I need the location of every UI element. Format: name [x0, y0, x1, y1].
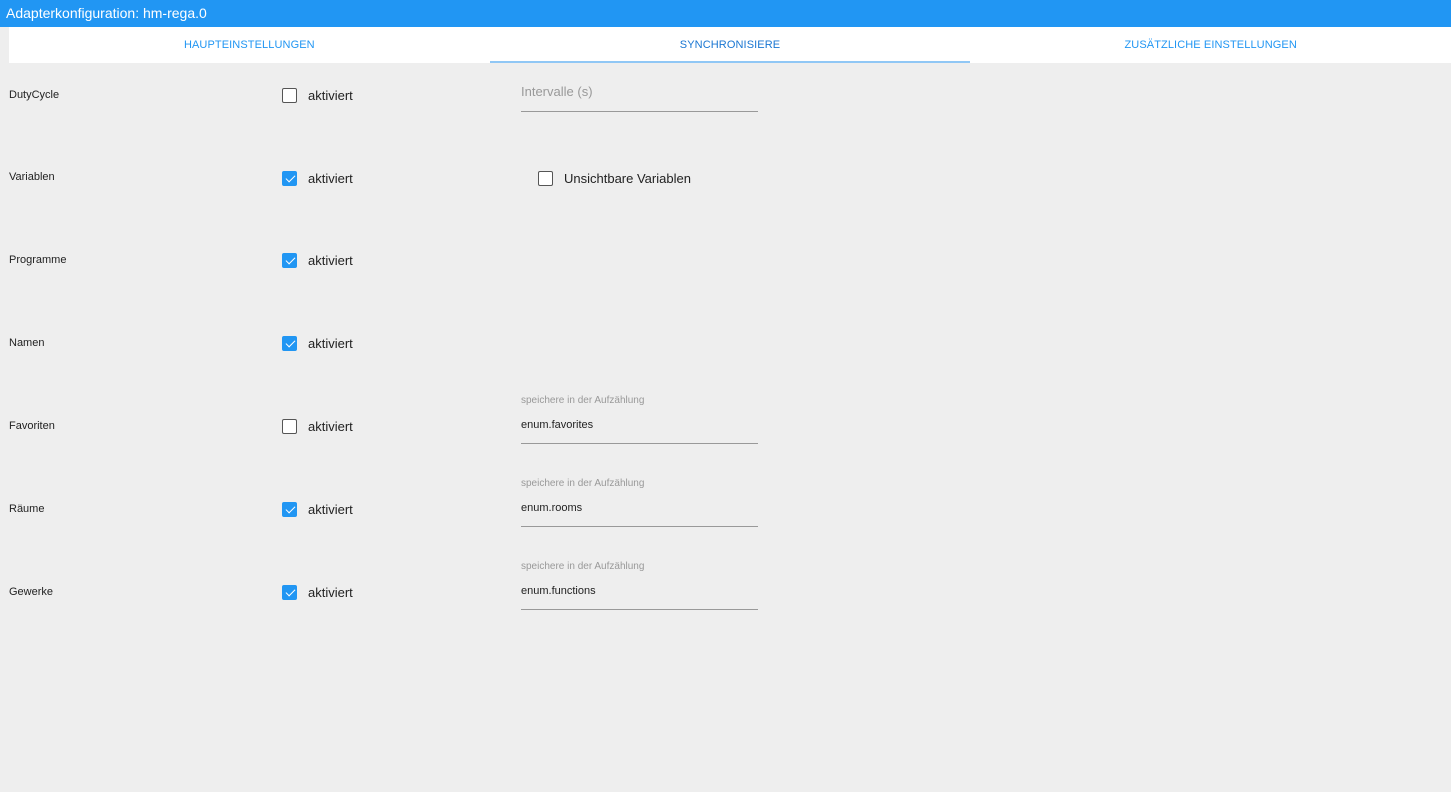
tab-zusaetzliche-einstellungen[interactable]: ZUSÄTZLICHE EINSTELLUNGEN — [970, 27, 1451, 63]
checkbox-unsichtbare-variablen[interactable]: Unsichtbare Variablen — [538, 171, 691, 186]
checkbox-box[interactable] — [282, 88, 297, 103]
row-label-favoriten: Favoriten — [9, 420, 55, 432]
row-dutycycle: DutyCycle aktiviert Intervalle (s) — [0, 65, 1451, 125]
enum-favorites-field[interactable]: speichere in der Aufzählung enum.favorit… — [521, 395, 758, 444]
field-caption: speichere in der Aufzählung — [521, 395, 645, 406]
checkbox-label: aktiviert — [308, 419, 353, 434]
checkbox-box[interactable] — [282, 419, 297, 434]
checkbox-label: aktiviert — [308, 336, 353, 351]
row-label-raeume: Räume — [9, 503, 45, 515]
row-label-variablen: Variablen — [9, 171, 55, 183]
window-title: Adapterkonfiguration: hm-rega.0 — [0, 0, 1451, 27]
field-caption: speichere in der Aufzählung — [521, 478, 645, 489]
checkbox-label: aktiviert — [308, 502, 353, 517]
checkbox-box[interactable] — [282, 336, 297, 351]
row-programme: Programme aktiviert — [0, 231, 1451, 291]
checkbox-variablen[interactable]: aktiviert — [282, 171, 353, 186]
checkbox-favoriten[interactable]: aktiviert — [282, 419, 353, 434]
checkbox-box[interactable] — [538, 171, 553, 186]
checkbox-box[interactable] — [282, 585, 297, 600]
row-raeume: Räume aktiviert speichere in der Aufzähl… — [0, 478, 1451, 540]
checkbox-raeume[interactable]: aktiviert — [282, 502, 353, 517]
checkbox-dutycycle[interactable]: aktiviert — [282, 88, 353, 103]
interval-placeholder: Intervalle (s) — [521, 84, 593, 99]
tab-bar: HAUPTEINSTELLUNGEN SYNCHRONISIERE ZUSÄTZ… — [9, 27, 1451, 63]
interval-input[interactable]: Intervalle (s) — [521, 73, 758, 112]
checkbox-gewerke[interactable]: aktiviert — [282, 585, 353, 600]
row-label-dutycycle: DutyCycle — [9, 89, 60, 101]
checkbox-box[interactable] — [282, 253, 297, 268]
row-namen: Namen aktiviert — [0, 314, 1451, 374]
field-value[interactable]: enum.rooms — [521, 502, 758, 514]
checkbox-namen[interactable]: aktiviert — [282, 336, 353, 351]
checkbox-box[interactable] — [282, 171, 297, 186]
checkbox-programme[interactable]: aktiviert — [282, 253, 353, 268]
enum-functions-field[interactable]: speichere in der Aufzählung enum.functio… — [521, 561, 758, 610]
checkbox-label: aktiviert — [308, 171, 353, 186]
tab-synchronisiere[interactable]: SYNCHRONISIERE — [489, 27, 971, 63]
enum-rooms-field[interactable]: speichere in der Aufzählung enum.rooms — [521, 478, 758, 527]
row-label-gewerke: Gewerke — [9, 586, 54, 598]
checkbox-label: aktiviert — [308, 253, 353, 268]
row-label-namen: Namen — [9, 337, 45, 349]
checkbox-label: aktiviert — [308, 585, 353, 600]
tab-haupteinstellungen[interactable]: HAUPTEINSTELLUNGEN — [9, 27, 490, 63]
field-value[interactable]: enum.functions — [521, 585, 758, 597]
field-value[interactable]: enum.favorites — [521, 419, 758, 431]
field-caption: speichere in der Aufzählung — [521, 561, 645, 572]
row-gewerke: Gewerke aktiviert speichere in der Aufzä… — [0, 561, 1451, 623]
row-favoriten: Favoriten aktiviert speichere in der Auf… — [0, 395, 1451, 457]
row-label-programme: Programme — [9, 254, 67, 266]
checkbox-label: Unsichtbare Variablen — [564, 171, 691, 186]
checkbox-label: aktiviert — [308, 88, 353, 103]
checkbox-box[interactable] — [282, 502, 297, 517]
row-variablen: Variablen aktiviert Unsichtbare Variable… — [0, 148, 1451, 208]
